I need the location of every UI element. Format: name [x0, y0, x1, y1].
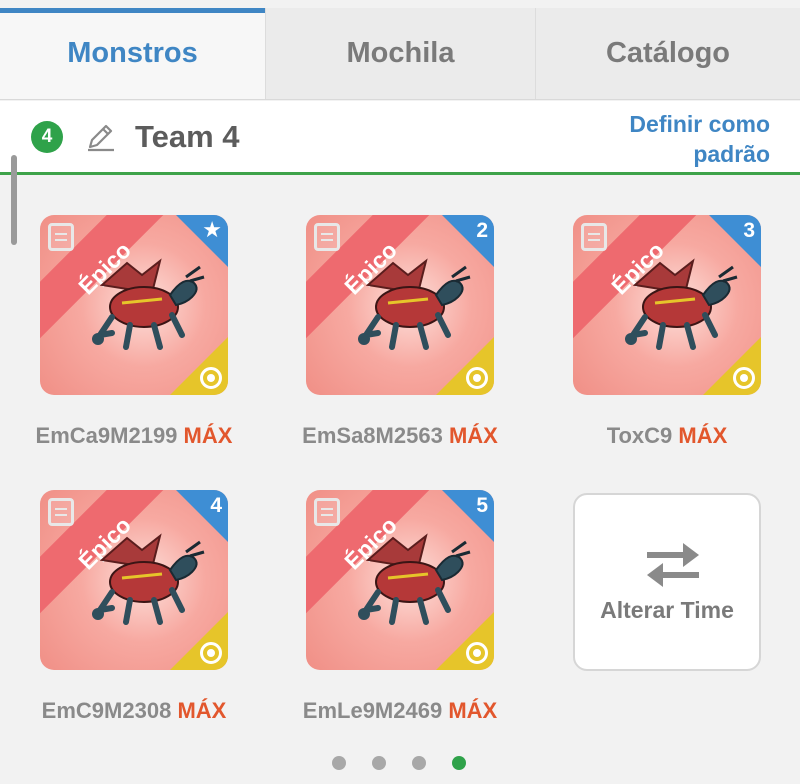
set-default-button[interactable]: Definir como padrão [570, 109, 770, 169]
slot-number: 3 [743, 219, 755, 242]
cancer-zodiac-icon [466, 367, 488, 389]
monster-portrait: Épico 5 [306, 490, 494, 670]
cancer-zodiac-icon [733, 367, 755, 389]
monster-name-row: EmCa9M2199 MÁX [10, 423, 258, 449]
level-max: MÁX [183, 423, 233, 448]
star-icon: ★ [202, 217, 222, 242]
tab-monstros[interactable]: Monstros [0, 8, 265, 99]
team-name: Team 4 [135, 119, 240, 154]
cancer-zodiac-icon [200, 367, 222, 389]
slot-number: 5 [476, 494, 488, 517]
team-header: 4 Team 4 Definir como padrão [0, 101, 800, 175]
monster-name: EmC9M2308 [41, 698, 172, 723]
tab-mochila[interactable]: Mochila [265, 8, 535, 99]
note-icon [48, 223, 74, 251]
page-dot[interactable] [372, 756, 386, 770]
monster-name: EmLe9M2469 [302, 698, 443, 723]
level-max: MÁX [448, 423, 498, 448]
level-max: MÁX [678, 423, 728, 448]
pencil-icon[interactable] [84, 121, 116, 153]
switch-team-label: Alterar Time [600, 597, 734, 623]
monster-card[interactable]: Épico 3 ToxC9 MÁX [573, 215, 761, 448]
note-icon [581, 223, 607, 251]
cancer-zodiac-icon [200, 642, 222, 664]
monster-name-row: EmLe9M2469 MÁX [276, 698, 524, 724]
monster-name: EmCa9M2199 [35, 423, 178, 448]
scrollbar[interactable] [11, 155, 17, 245]
monster-name-row: ToxC9 MÁX [543, 423, 791, 449]
monster-card[interactable]: Épico 4 EmC9M2308 MÁX [40, 490, 228, 723]
tab-catalogo[interactable]: Catálogo [535, 8, 800, 99]
monster-card[interactable]: Épico ★ EmCa9M2199 MÁX [36, 215, 232, 448]
level-max: MÁX [177, 698, 227, 723]
level-max: MÁX [448, 698, 498, 723]
page-dot-active[interactable] [452, 756, 466, 770]
page-dot[interactable] [412, 756, 426, 770]
note-icon [48, 498, 74, 526]
swap-arrows-icon [647, 543, 699, 587]
page-dot[interactable] [332, 756, 346, 770]
cancer-zodiac-icon [466, 642, 488, 664]
monster-portrait: Épico 4 [40, 490, 228, 670]
slot-number: 2 [476, 219, 488, 242]
monster-portrait: Épico ★ [40, 215, 228, 395]
monster-name: ToxC9 [606, 423, 673, 448]
monster-name-row: EmC9M2308 MÁX [10, 698, 258, 724]
monster-name-row: EmSa8M2563 MÁX [276, 423, 524, 449]
slot-number: 4 [210, 494, 222, 517]
monster-card[interactable]: Épico 5 EmLe9M2469 MÁX [303, 490, 497, 723]
monster-card[interactable]: Épico 2 EmSa8M2563 MÁX [302, 215, 498, 448]
monster-name: EmSa8M2563 [302, 423, 443, 448]
monster-portrait: Épico 2 [306, 215, 494, 395]
tab-bar: Monstros Mochila Catálogo [0, 8, 800, 100]
page-indicator [332, 756, 472, 772]
note-icon [314, 223, 340, 251]
switch-team-button[interactable]: Alterar Time [573, 493, 761, 671]
monster-portrait: Épico 3 [573, 215, 761, 395]
team-number-badge: 4 [31, 121, 63, 153]
note-icon [314, 498, 340, 526]
